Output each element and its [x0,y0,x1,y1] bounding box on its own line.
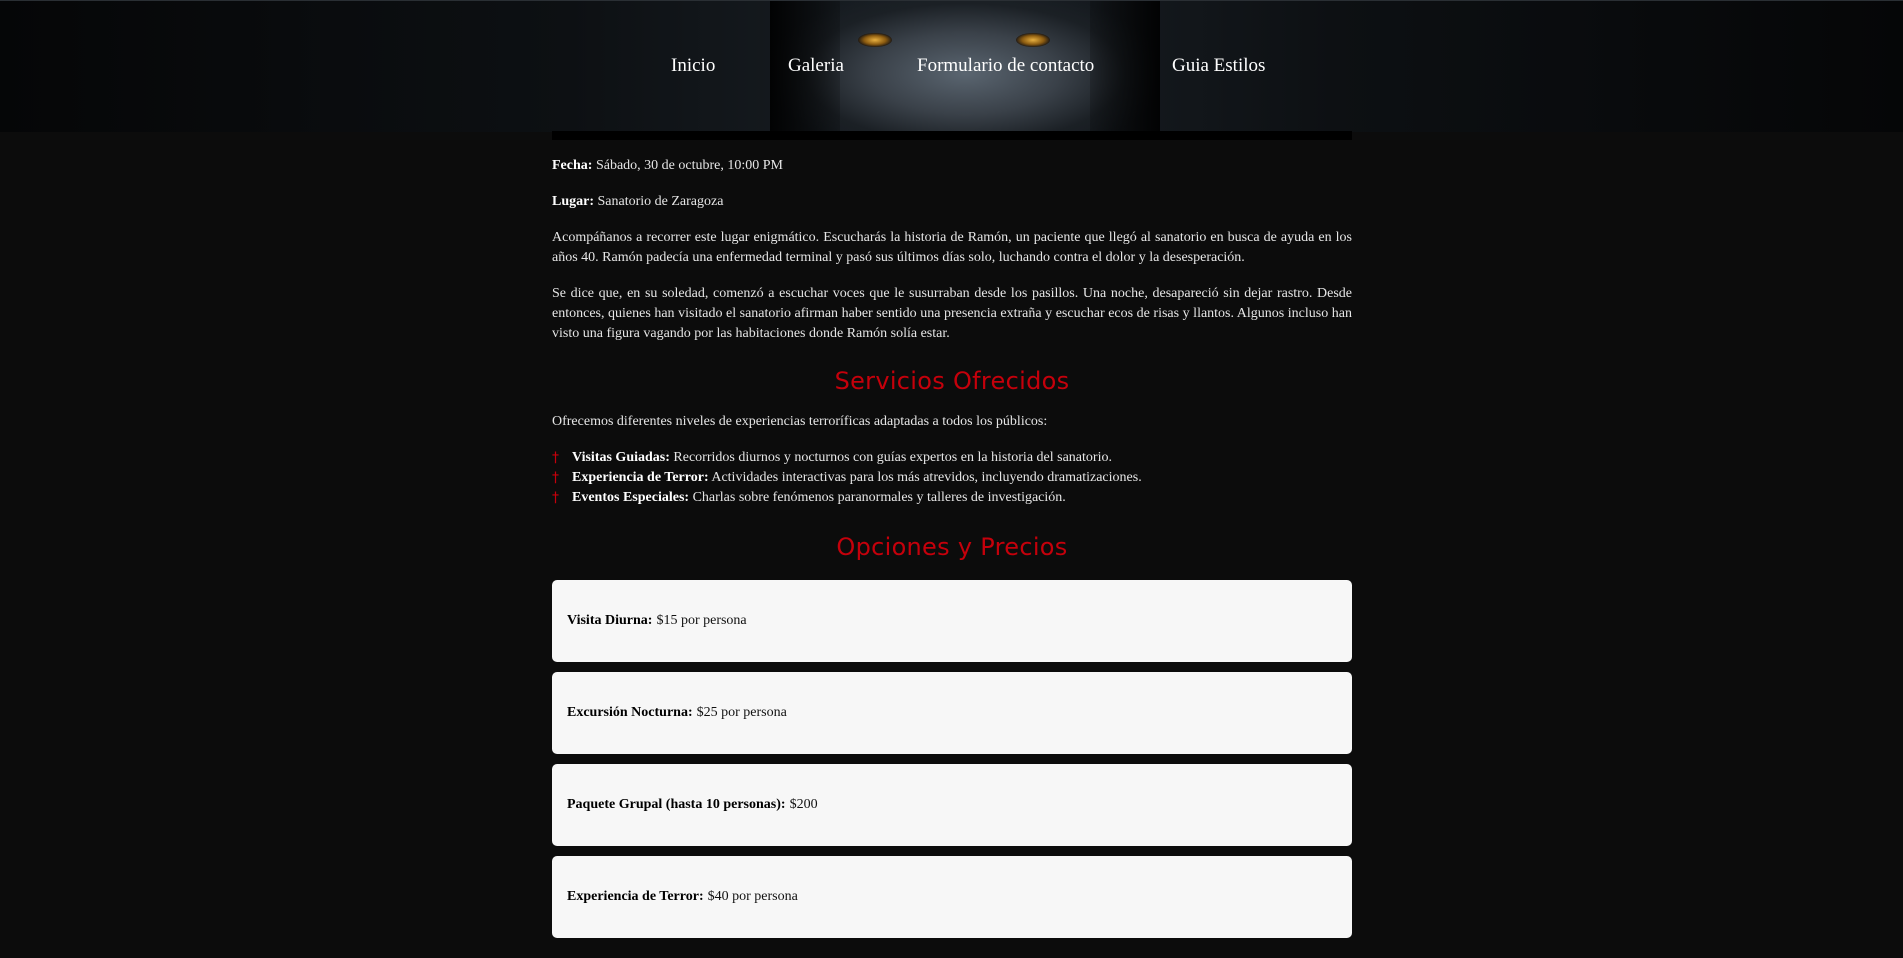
event-date-value: Sábado, 30 de octubre, 10:00 PM [595,158,783,173]
price-cards: Visita Diurna: $15 por persona Excursión… [552,580,1352,938]
service-desc: Recorridos diurnos y nocturnos con guías… [673,450,1112,465]
cross-icon: † [552,470,559,486]
price-card: Paquete Grupal (hasta 10 personas): $200 [552,764,1352,846]
service-desc: Charlas sobre fenómenos paranormales y t… [692,490,1066,505]
list-item: † Visitas Guiadas: Recorridos diurnos y … [552,448,1352,468]
option-price: $200 [789,797,818,812]
price-card: Experiencia de Terror: $40 por persona [552,856,1352,938]
options-heading: Opciones y Precios [836,533,1068,561]
list-item: † Eventos Especiales: Charlas sobre fenó… [552,488,1352,508]
event-place-value: Sanatorio de Zaragoza [597,194,724,209]
hero-eye-right [1016,33,1050,47]
price-card: Visita Diurna: $15 por persona [552,580,1352,662]
site-header: Inicio Galeria Formulario de contacto Gu… [0,0,1903,132]
nav-link-guia-estilos[interactable]: Guia Estilos [1172,55,1265,77]
cross-icon: † [552,490,559,506]
services-heading: Servicios Ofrecidos [834,367,1070,395]
services-intro: Ofrecemos diferentes niveles de experien… [552,414,1048,429]
option-name: Paquete Grupal (hasta 10 personas): [567,797,786,812]
event-date: Fecha: Sábado, 30 de octubre, 10:00 PM [552,156,1352,176]
story-paragraph-2: Se dice que, en su soledad, comenzó a es… [552,286,1352,341]
cross-icon: † [552,450,559,466]
story-paragraph-1: Acompáñanos a recorrer este lugar enigmá… [552,230,1352,265]
option-price: $15 por persona [656,613,747,628]
service-desc: Actividades interactivas para los más at… [711,470,1142,485]
event-place: Lugar: Sanatorio de Zaragoza [552,192,1352,212]
services-list: † Visitas Guiadas: Recorridos diurnos y … [552,448,1352,508]
service-name: Experiencia de Terror: [572,470,709,485]
event-place-label: Lugar: [552,194,594,209]
option-name: Excursión Nocturna: [567,705,693,720]
hero-eye-left [858,33,892,47]
price-card: Excursión Nocturna: $25 por persona [552,672,1352,754]
event-date-label: Fecha: [552,158,593,173]
option-price: $25 por persona [696,705,787,720]
service-name: Visitas Guiadas: [572,450,670,465]
option-price: $40 por persona [707,889,798,904]
list-item: † Experiencia de Terror: Actividades int… [552,468,1352,488]
option-name: Visita Diurna: [567,613,653,628]
nav-link-inicio[interactable]: Inicio [671,55,715,77]
main-nav: Inicio Galeria Formulario de contacto Gu… [0,55,1903,83]
nav-link-formulario-contacto[interactable]: Formulario de contacto [917,55,1094,77]
main-content: Fecha: Sábado, 30 de octubre, 10:00 PM L… [552,131,1352,948]
nav-link-galeria[interactable]: Galeria [788,55,844,77]
content-top-bar [552,131,1352,140]
service-name: Eventos Especiales: [572,490,690,505]
option-name: Experiencia de Terror: [567,889,704,904]
